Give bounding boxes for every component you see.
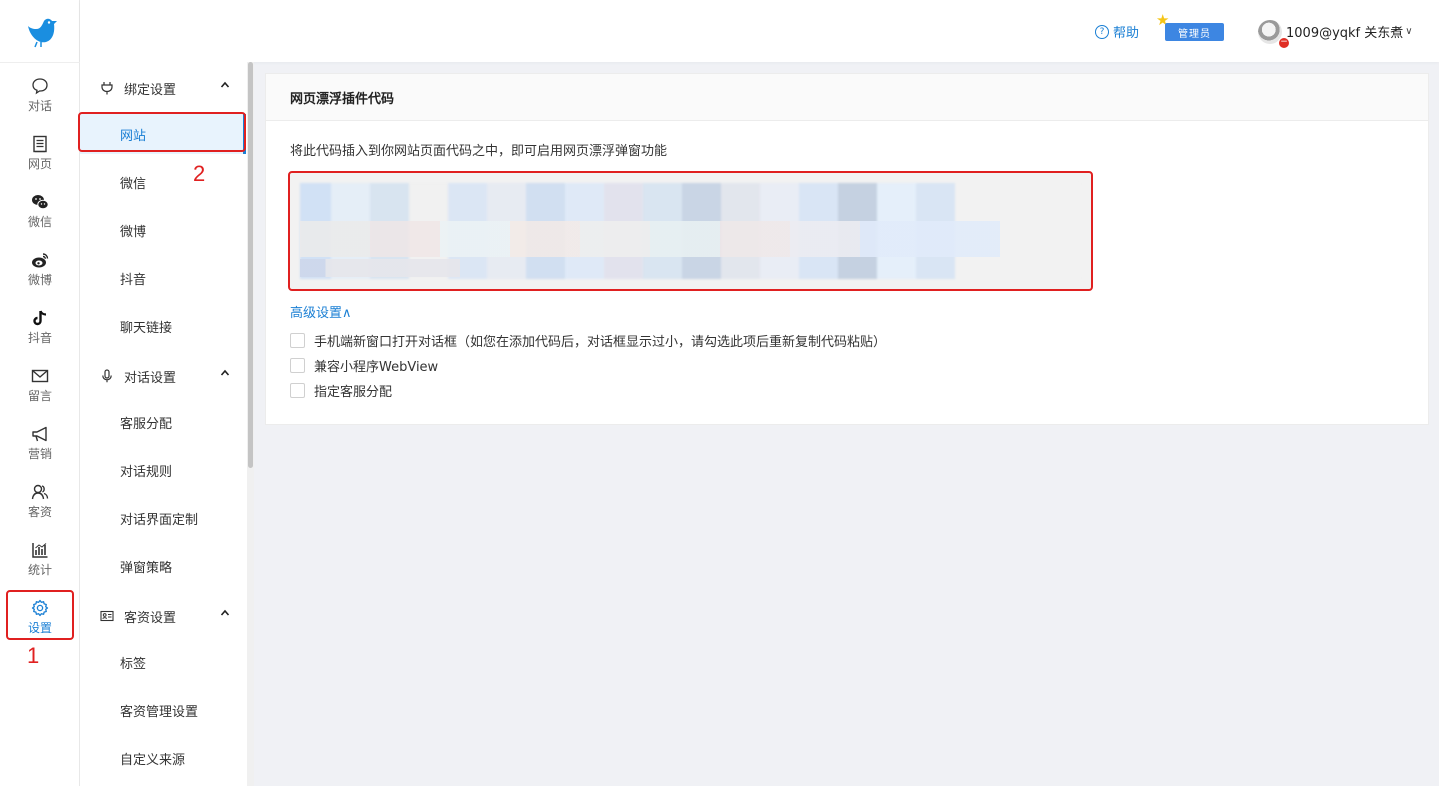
question-circle-icon: ? — [1095, 24, 1109, 39]
main-nav-rail: 对话 网页 微信 微博 抖音 留言 营销 客资 统计 设置 — [0, 0, 80, 786]
megaphone-icon — [30, 424, 50, 444]
app-root: 对话 网页 微信 微博 抖音 留言 营销 客资 统计 设置 ? 帮助 ★ 管理员… — [0, 0, 1439, 786]
chevron-up-icon — [220, 369, 230, 376]
rail-item-messages[interactable]: 留言 — [0, 366, 80, 418]
option-mobile-new-window[interactable]: 手机端新窗口打开对话框（如您在添加代码后，对话框显示过小，请勾选此项后重新复制代… — [290, 331, 886, 350]
checkbox[interactable] — [290, 333, 305, 348]
rail-divider — [0, 62, 80, 63]
chevron-down-icon: ∨ — [1405, 26, 1413, 37]
user-name: 1009@yqkf 关东煮 — [1286, 26, 1404, 41]
user-menu[interactable]: 1009@yqkf 关东煮 ∨ — [1286, 22, 1413, 41]
rail-item-douyin[interactable]: 抖音 — [0, 308, 80, 360]
chat-bubble-icon — [30, 76, 50, 96]
submenu-item-chat-rules[interactable]: 对话规则 — [80, 450, 246, 490]
option-assign-agent[interactable]: 指定客服分配 — [290, 381, 392, 400]
card-title: 网页漂浮插件代码 — [266, 74, 1428, 121]
weibo-icon — [30, 250, 50, 270]
annotation-box-settings — [6, 590, 74, 640]
annotation-number-2: 2 — [193, 161, 206, 186]
submenu-item-contacts-manage[interactable]: 客资管理设置 — [80, 690, 246, 730]
option-label: 兼容小程序WebView — [314, 360, 439, 375]
submenu-item-popup-strategy[interactable]: 弹窗策略 — [80, 546, 246, 586]
blurred-code-text — [300, 221, 1000, 257]
submenu-item-weibo[interactable]: 微博 — [80, 210, 246, 250]
id-card-icon — [100, 609, 114, 623]
option-miniprogram-webview[interactable]: 兼容小程序WebView — [290, 356, 438, 375]
rail-item-chat[interactable]: 对话 — [0, 76, 80, 128]
submenu-item-agent-assign[interactable]: 客服分配 — [80, 402, 246, 442]
chevron-up-icon — [220, 81, 230, 88]
submenu-group-label: 绑定设置 — [124, 82, 177, 98]
rail-label: 抖音 — [27, 331, 52, 345]
submenu-item-chat-link[interactable]: 聊天链接 — [80, 306, 246, 346]
blurred-code-text — [300, 259, 460, 277]
submenu-item-custom-source[interactable]: 自定义来源 — [80, 738, 246, 778]
rail-label: 客资 — [27, 505, 52, 519]
submenu-item-tags[interactable]: 标签 — [80, 642, 246, 682]
submenu-item-douyin[interactable]: 抖音 — [80, 258, 246, 298]
advanced-settings-toggle[interactable]: 高级设置∧ — [290, 302, 352, 321]
douyin-icon — [30, 308, 50, 328]
rail-item-wechat[interactable]: 微信 — [0, 192, 80, 244]
help-label: 帮助 — [1113, 26, 1140, 41]
top-header: ? 帮助 ★ 管理员 − 1009@yqkf 关东煮 ∨ — [80, 0, 1439, 62]
rail-label: 营销 — [27, 447, 52, 461]
submenu-item-wechat[interactable]: 微信 — [80, 162, 246, 202]
webpage-icon — [30, 134, 50, 154]
option-label: 指定客服分配 — [314, 385, 393, 400]
submenu-group-contacts[interactable]: 客资设置 — [80, 592, 246, 640]
rail-label: 对话 — [27, 99, 52, 113]
checkbox[interactable] — [290, 358, 305, 373]
submenu-group-conversation[interactable]: 对话设置 — [80, 352, 246, 400]
annotation-box-website — [78, 112, 246, 152]
microphone-icon — [100, 369, 114, 383]
help-link[interactable]: ? 帮助 — [1095, 22, 1139, 41]
card-description: 将此代码插入到你网站页面代码之中，即可启用网页漂浮弹窗功能 — [290, 144, 668, 159]
submenu-group-binding[interactable]: 绑定设置 — [80, 64, 246, 112]
rail-label: 微博 — [27, 273, 52, 287]
contacts-icon — [30, 482, 50, 502]
submenu-item-chat-ui-custom[interactable]: 对话界面定制 — [80, 498, 246, 538]
stats-chart-icon — [30, 540, 50, 560]
rail-label: 留言 — [27, 389, 52, 403]
embed-code-box[interactable] — [288, 171, 1093, 291]
rail-label: 统计 — [27, 563, 52, 577]
annotation-number-1: 1 — [27, 643, 40, 668]
settings-submenu: 绑定设置 网站 微信 微博 抖音 聊天链接 对话设置 客服分配 对话规则 对话界… — [80, 62, 254, 786]
rail-item-weibo[interactable]: 微博 — [0, 250, 80, 302]
rail-label: 网页 — [27, 157, 52, 171]
plugin-code-card: 网页漂浮插件代码 将此代码插入到你网站页面代码之中，即可启用网页漂浮弹窗功能 高… — [265, 73, 1429, 425]
chevron-up-icon — [220, 609, 230, 616]
rail-item-marketing[interactable]: 营销 — [0, 424, 80, 476]
plug-icon — [100, 81, 114, 95]
mail-icon — [30, 366, 50, 386]
submenu-group-label: 对话设置 — [124, 370, 177, 386]
rail-item-stats[interactable]: 统计 — [0, 540, 80, 592]
submenu-scrollbar-thumb[interactable] — [248, 62, 253, 468]
submenu-group-label: 客资设置 — [124, 610, 177, 626]
checkbox[interactable] — [290, 383, 305, 398]
option-label: 手机端新窗口打开对话框（如您在添加代码后，对话框显示过小，请勾选此项后重新复制代… — [314, 335, 887, 350]
wechat-icon — [30, 192, 50, 212]
rail-item-webpage[interactable]: 网页 — [0, 134, 80, 186]
admin-role-badge: 管理员 — [1165, 23, 1224, 41]
rail-item-contacts[interactable]: 客资 — [0, 482, 80, 534]
bird-logo-icon[interactable] — [24, 14, 58, 48]
rail-label: 微信 — [27, 215, 52, 229]
